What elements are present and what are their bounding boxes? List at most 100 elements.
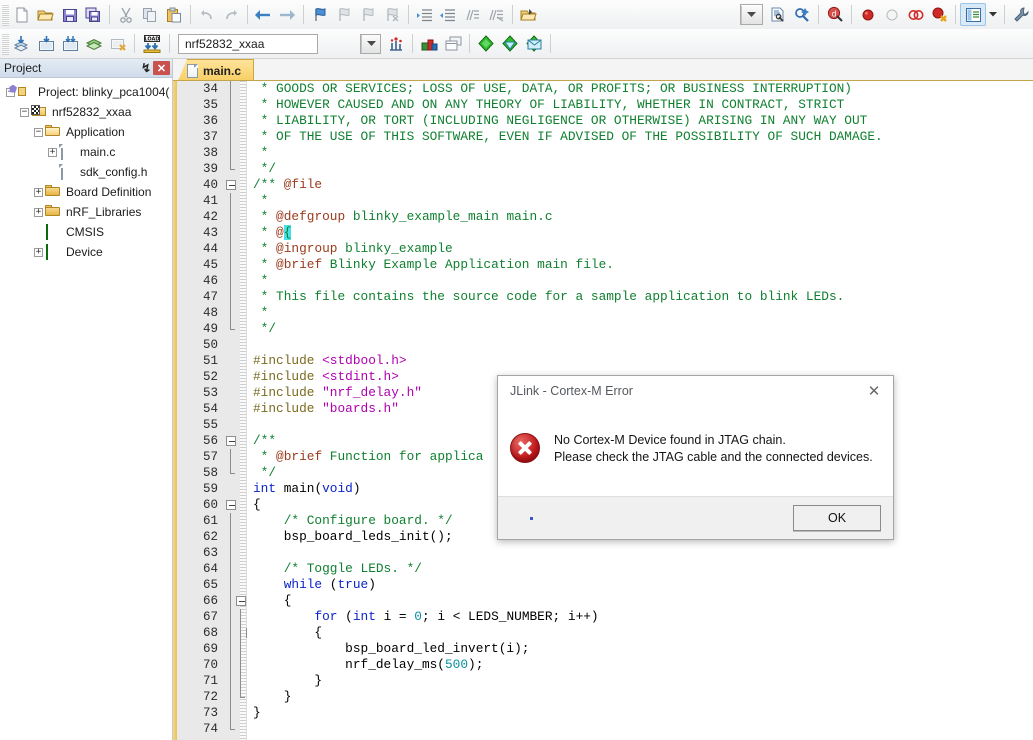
debug-start-icon[interactable]: d <box>823 3 847 26</box>
manage-rte-icon[interactable] <box>498 32 522 55</box>
code-folding-column[interactable] <box>224 81 256 740</box>
redo-icon[interactable] <box>219 3 243 26</box>
fold-line <box>224 209 240 225</box>
line-number: 72 <box>202 690 218 704</box>
breakpoint-insert-icon[interactable] <box>856 3 880 26</box>
window-layout-icon[interactable] <box>960 3 987 26</box>
paste-icon[interactable] <box>162 3 186 26</box>
indent-right-icon[interactable] <box>413 3 437 26</box>
tree-expander[interactable]: + <box>48 147 57 157</box>
target-select-dropdown[interactable] <box>360 33 381 54</box>
line-number: 57 <box>202 450 218 464</box>
save-all-icon[interactable] <box>81 3 105 26</box>
tree-item-application[interactable]: − Application <box>0 122 172 142</box>
line-number: 34 <box>202 82 218 96</box>
tree-item-nrf-libraries[interactable]: + nRF_Libraries <box>0 202 172 222</box>
multi-project-icon[interactable] <box>441 32 465 55</box>
comment-icon[interactable] <box>460 3 484 26</box>
breakpoint-enable-icon[interactable] <box>880 3 904 26</box>
line-number: 59 <box>202 482 218 496</box>
ok-button[interactable]: OK <box>793 505 881 531</box>
toolbar-separator <box>818 5 820 24</box>
tree-expander[interactable]: − <box>34 127 43 137</box>
tree-expander[interactable]: + <box>34 187 43 197</box>
copy-icon[interactable] <box>138 3 162 26</box>
code-line: } <box>253 673 323 688</box>
bookmark-next-icon[interactable] <box>356 3 380 26</box>
navigate-forward-icon[interactable] <box>275 3 299 26</box>
target-select[interactable]: nrf52832_xxaa <box>178 33 318 54</box>
toolbar-separator <box>851 5 853 24</box>
configure-icon[interactable] <box>1009 3 1033 26</box>
close-icon[interactable]: ✕ <box>153 61 170 75</box>
tree-item-main-c[interactable]: + main.c <box>0 142 172 162</box>
tree-item-board-definition[interactable]: + Board Definition <box>0 182 172 202</box>
code-line: * HOWEVER CAUSED AND ON ANY THEORY OF LI… <box>253 97 845 112</box>
fold-end-marker <box>224 673 255 689</box>
bookmark-prev-icon[interactable] <box>332 3 356 26</box>
open-file-icon[interactable] <box>34 3 58 26</box>
tab-main-c[interactable]: main.c <box>178 59 255 81</box>
close-icon[interactable]: ✕ <box>855 376 893 406</box>
code-line: /** @file <box>253 177 323 192</box>
find-in-files-icon[interactable] <box>767 3 791 26</box>
new-file-icon[interactable] <box>10 3 34 26</box>
fold-end-marker <box>224 465 240 481</box>
cut-icon[interactable] <box>114 3 138 26</box>
fold-line <box>224 577 240 593</box>
line-number: 64 <box>202 562 218 576</box>
code-line: */ <box>253 321 277 336</box>
breakpoint-disable-all-icon[interactable] <box>904 3 928 26</box>
code-line: while (true) <box>283 577 376 592</box>
build-icon[interactable] <box>34 32 58 55</box>
tree-expander[interactable]: + <box>34 207 43 217</box>
bookmark-clear-icon[interactable] <box>380 3 404 26</box>
tree-item-project-blinky-pca1004[interactable]: −Project: blinky_pca1004( <box>0 82 172 102</box>
fold-end-marker <box>224 161 240 177</box>
tree-item-device[interactable]: + Device <box>0 242 172 262</box>
undo-icon[interactable] <box>195 3 219 26</box>
bookmark-toggle-icon[interactable] <box>308 3 332 26</box>
open-project-icon[interactable] <box>517 3 541 26</box>
tree-item-nrf52832-xxaa[interactable]: − nrf52832_xxaa <box>0 102 172 122</box>
project-tree[interactable]: −Project: blinky_pca1004(−nrf52832_xxaa−… <box>0 78 172 262</box>
breakpoint-kill-all-icon[interactable] <box>928 3 952 26</box>
fold-toggle-icon[interactable] <box>224 433 240 449</box>
rebuild-icon[interactable] <box>58 32 82 55</box>
fold-toggle-icon[interactable] <box>224 625 256 641</box>
tree-item-cmsis[interactable]: CMSIS <box>0 222 172 242</box>
code-line: bsp_board_led_invert(i); <box>253 641 530 656</box>
fold-line <box>224 705 240 721</box>
incremental-find-icon[interactable] <box>790 3 814 26</box>
translate-icon[interactable] <box>10 32 34 55</box>
line-number: 43 <box>202 226 218 240</box>
fold-toggle-icon[interactable] <box>224 593 246 609</box>
find-combo-dropdown[interactable] <box>739 4 763 25</box>
select-software-packs-icon[interactable] <box>522 32 546 55</box>
pin-icon[interactable]: ↯ <box>139 61 153 75</box>
load-icon[interactable]: LOAD <box>139 32 165 55</box>
indent-left-icon[interactable] <box>436 3 460 26</box>
batch-build-icon[interactable] <box>82 32 106 55</box>
tree-item-label: sdk_config.h <box>80 165 148 179</box>
window-layout-dropdown[interactable] <box>986 3 1000 26</box>
pack-installer-icon[interactable] <box>474 32 498 55</box>
save-icon[interactable] <box>58 3 82 26</box>
project-icon <box>9 84 34 100</box>
tree-item-label: Board Definition <box>66 185 152 199</box>
stop-build-icon[interactable] <box>106 32 130 55</box>
tree-expander[interactable]: − <box>20 107 29 117</box>
toolbar-grip[interactable] <box>2 32 9 55</box>
target-options-icon[interactable] <box>384 32 408 55</box>
code-line: * <box>253 273 269 288</box>
fold-toggle-icon[interactable] <box>224 497 240 513</box>
uncomment-icon[interactable] <box>484 3 508 26</box>
tree-item-sdk-config-h[interactable]: sdk_config.h <box>0 162 172 182</box>
navigate-back-icon[interactable] <box>252 3 276 26</box>
tree-expander[interactable]: + <box>34 247 43 257</box>
line-number: 58 <box>202 466 218 480</box>
fold-toggle-icon[interactable] <box>224 177 240 193</box>
toolbar-grip[interactable] <box>2 3 9 26</box>
manage-project-items-icon[interactable] <box>417 32 441 55</box>
